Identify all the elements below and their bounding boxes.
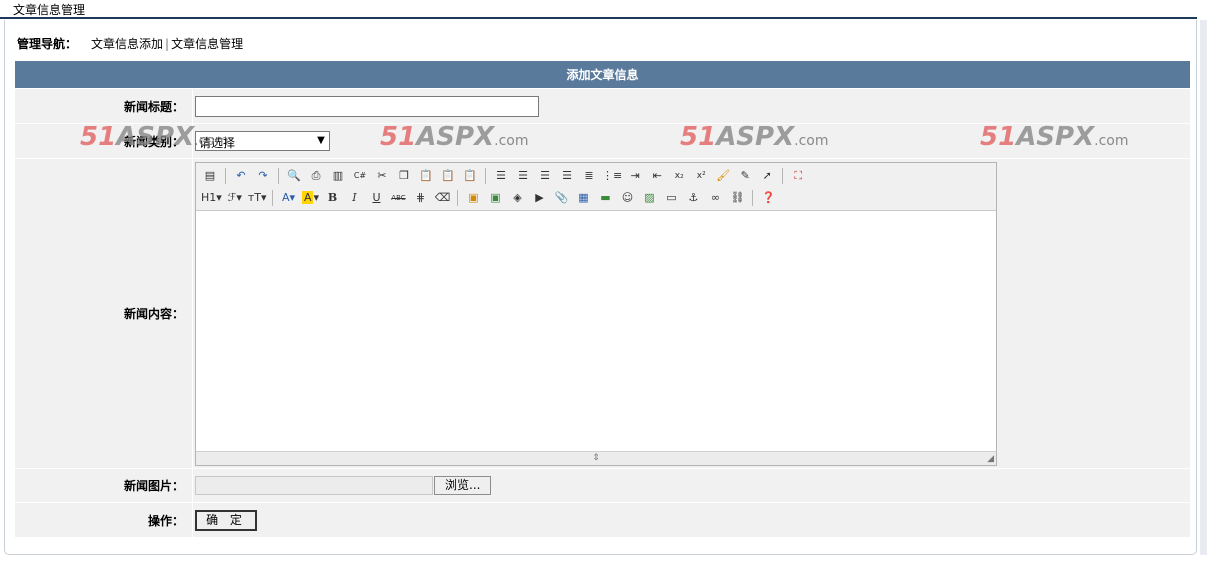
hr-icon[interactable]: ⋕ — [410, 188, 430, 208]
toolbar-divider — [457, 189, 459, 206]
page-icon[interactable]: ▥ — [328, 166, 348, 186]
page-title-bar: 文章信息管理 — [0, 0, 1197, 19]
select-all-icon[interactable]: ✎ — [735, 166, 755, 186]
browse-button[interactable]: 浏览... — [434, 476, 492, 495]
toolbar-row-1: ▤ ↶ ↷ 🔍 ⎙ ▥ C# ✂ ❐ 📋 📋 📋 ☰ ☰ ☰ ☰ ≣ ⋮≡ ⇥ … — [200, 165, 992, 187]
nav-separator: | — [165, 37, 170, 51]
action-label: 操作： — [15, 503, 193, 538]
toolbar-divider — [225, 167, 226, 184]
heading-dropdown[interactable]: H1 ▾ — [200, 188, 223, 208]
insert-flash-icon[interactable]: ◈ — [507, 188, 527, 208]
category-select[interactable]: 请选择 ▼ — [195, 131, 330, 151]
redo-icon[interactable]: ↷ — [253, 166, 273, 186]
form-header: 添加文章信息 — [15, 61, 1190, 89]
chevron-down-icon: ▼ — [317, 135, 325, 146]
align-justify-icon[interactable]: ☰ — [557, 166, 577, 186]
strikethrough-button[interactable]: ABC — [388, 188, 408, 208]
image-file-input[interactable] — [195, 476, 433, 495]
toolbar-divider — [278, 167, 279, 184]
toolbar-divider — [752, 189, 754, 206]
preview-icon[interactable]: 🔍 — [284, 166, 304, 186]
toolbar-divider — [485, 167, 486, 184]
editor-toolbar: ▤ ↶ ↷ 🔍 ⎙ ▥ C# ✂ ❐ 📋 📋 📋 ☰ ☰ ☰ ☰ ≣ ⋮≡ ⇥ … — [196, 162, 996, 211]
category-selected-value: 请选择 — [199, 136, 236, 150]
superscript-icon[interactable]: x² — [691, 166, 711, 186]
insert-row-icon[interactable]: ▬ — [595, 188, 615, 208]
font-icon: ℱ — [227, 191, 237, 204]
highlight-color-dropdown[interactable]: A ▾ — [300, 188, 320, 208]
rich-text-editor: ▤ ↶ ↷ 🔍 ⎙ ▥ C# ✂ ❐ 📋 📋 📋 ☰ ☰ ☰ ☰ ≣ ⋮≡ ⇥ … — [195, 161, 997, 466]
font-size-icon: тT — [247, 191, 261, 204]
editor-content-area[interactable] — [196, 210, 996, 452]
resize-icon: ⇕ — [592, 452, 600, 463]
indent-icon[interactable]: ⇥ — [625, 166, 645, 186]
cut-icon[interactable]: ✂ — [372, 166, 392, 186]
align-right-icon[interactable]: ☰ — [535, 166, 555, 186]
code-icon[interactable]: C# — [350, 166, 370, 186]
resize-grip-icon[interactable]: ◢ — [987, 453, 994, 465]
font-color-dropdown[interactable]: A▾ — [278, 188, 298, 208]
template-icon[interactable]: ▤ — [200, 166, 220, 186]
align-center-icon[interactable]: ☰ — [513, 166, 533, 186]
page-title: 文章信息管理 — [13, 3, 86, 17]
title-label: 新闻标题： — [15, 89, 193, 124]
manage-nav: 管理导航： 文章信息添加 | 文章信息管理 — [17, 35, 243, 52]
outdent-icon[interactable]: ⇤ — [647, 166, 667, 186]
link-icon[interactable]: ∞ — [705, 188, 725, 208]
pointer-icon[interactable]: ➚ — [757, 166, 777, 186]
right-scroll-strip — [1200, 20, 1207, 555]
unordered-list-icon[interactable]: ⋮≡ — [601, 166, 623, 186]
insert-image-icon[interactable]: ▣ — [463, 188, 483, 208]
toolbar-divider — [272, 189, 274, 206]
unlink-icon[interactable]: ⛓ — [727, 188, 747, 208]
print-icon[interactable]: ⎙ — [306, 166, 326, 186]
insert-media-icon[interactable]: ▶ — [529, 188, 549, 208]
submit-button[interactable]: 确 定 — [195, 509, 257, 531]
heading-icon: H1 — [201, 191, 217, 204]
fullscreen-icon[interactable]: ⛶ — [788, 166, 808, 186]
insert-gallery-icon[interactable]: ▣ — [485, 188, 505, 208]
toolbar-row-2: H1 ▾ ℱ ▾ тT ▾ A▾ A ▾ B I U ABC ⋕ ⌫ ▣ ▣ ◈… — [200, 187, 992, 209]
insert-table-icon[interactable]: ▦ — [573, 188, 593, 208]
nav-link-manage-article[interactable]: 文章信息管理 — [171, 37, 243, 51]
editor-resize-bar[interactable]: ⇕ ◢ — [196, 450, 996, 465]
italic-button[interactable]: I — [344, 188, 364, 208]
page-break-icon[interactable]: ▭ — [661, 188, 681, 208]
subscript-icon[interactable]: x₂ — [669, 166, 689, 186]
help-icon[interactable]: ❓ — [758, 188, 778, 208]
nav-link-add-article[interactable]: 文章信息添加 — [91, 37, 163, 51]
add-article-form: 添加文章信息 新闻标题： 新闻类别： 请选择 ▼ 新闻内容： ▤ ↶ ↷ 🔍 ⎙… — [15, 61, 1190, 538]
toolbar-divider — [782, 167, 784, 184]
bold-button[interactable]: B — [322, 188, 342, 208]
eraser-icon[interactable]: ⌫ — [432, 188, 452, 208]
align-left-icon[interactable]: ☰ — [491, 166, 511, 186]
image-icon[interactable]: ▨ — [639, 188, 659, 208]
ordered-list-icon[interactable]: ≣ — [579, 166, 599, 186]
image-label: 新闻图片： — [15, 469, 193, 503]
copy-icon[interactable]: ❐ — [394, 166, 414, 186]
paste-text-icon[interactable]: 📋 — [438, 166, 458, 186]
nav-label: 管理导航： — [17, 37, 78, 51]
undo-icon[interactable]: ↶ — [231, 166, 251, 186]
attachment-icon[interactable]: 📎 — [551, 188, 571, 208]
emoticon-icon[interactable]: ☺ — [617, 188, 637, 208]
font-family-dropdown[interactable]: ℱ ▾ — [225, 188, 245, 208]
content-label: 新闻内容： — [15, 159, 193, 469]
paste-icon[interactable]: 📋 — [416, 166, 436, 186]
clear-format-icon[interactable]: 🖌 — [713, 166, 733, 186]
anchor-icon[interactable]: ⚓ — [683, 188, 703, 208]
underline-button[interactable]: U — [366, 188, 386, 208]
category-label: 新闻类别： — [15, 124, 193, 159]
paste-word-icon[interactable]: 📋 — [460, 166, 480, 186]
title-input[interactable] — [195, 95, 539, 117]
font-size-dropdown[interactable]: тT ▾ — [247, 188, 268, 208]
